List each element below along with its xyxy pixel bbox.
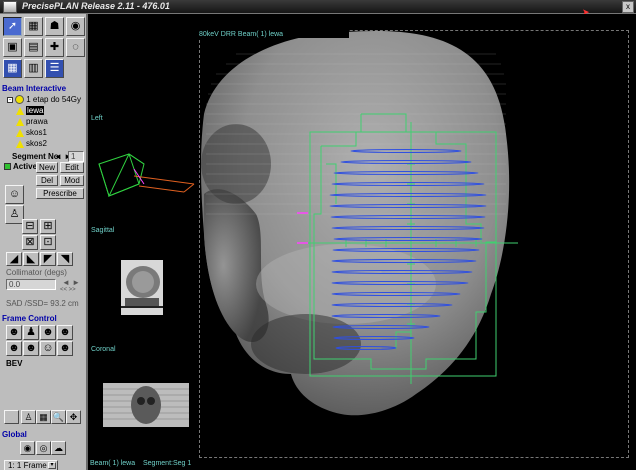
app-menu-icon[interactable] <box>3 1 17 13</box>
global-disc-icon[interactable]: ◉ <box>20 441 35 455</box>
title-bar: PrecisePLAN Release 2.11 - 476.01 x <box>0 0 636 14</box>
coronal-view-label: Coronal <box>91 346 116 353</box>
tree-beam-skos2[interactable]: skos2 <box>16 139 47 148</box>
table-icon[interactable]: ▦ <box>3 59 22 78</box>
drr-beam-eye-view[interactable]: 80keV DRR Beam( 1) lewa Segment:Seg 1 <box>143 14 636 470</box>
beam-footer-label: Beam( 1) lewa <box>90 460 136 467</box>
frame-view-icon-2[interactable]: ♟ <box>23 325 39 340</box>
prescribe-button[interactable]: Prescribe <box>36 188 84 199</box>
list-icon[interactable]: ☰ <box>45 59 64 78</box>
jaw-icon-2[interactable]: ⊡ <box>40 235 56 250</box>
frame-control-header: Frame Control <box>2 314 86 324</box>
person-tool-icon[interactable]: ♙ <box>21 410 36 424</box>
active-indicator[interactable] <box>4 163 11 170</box>
beam-icon <box>16 117 24 126</box>
sagittal-thumbnail[interactable] <box>121 260 163 315</box>
frame-view-icon-6[interactable]: ☻ <box>23 341 39 356</box>
printer-icon[interactable]: ▥ <box>24 59 43 78</box>
patient-icon[interactable]: ☗ <box>45 17 64 36</box>
drr-label: 80keV DRR Beam( 1) lewa <box>199 31 284 38</box>
wedge-icon-3[interactable]: ◤ <box>40 252 56 266</box>
frame-view-icon-1[interactable]: ☻ <box>6 325 22 340</box>
window-title: PrecisePLAN Release 2.11 - 476.01 <box>22 1 170 11</box>
zoom-icon[interactable]: 🔍 <box>51 410 66 424</box>
beam-icon <box>16 139 24 148</box>
frame-view-icon-7[interactable]: ☺ <box>40 341 56 356</box>
beam-interactive-header: Beam Interactive <box>2 84 86 94</box>
tree-beam-prawa[interactable]: prawa <box>16 117 48 126</box>
grid-view-icon[interactable]: ▣ <box>3 38 22 57</box>
active-label: Active <box>13 162 38 171</box>
jaw-icon-1[interactable]: ⊠ <box>22 235 38 250</box>
thumbnail-views: Left Sagittal Coronal Beam( 1) lewa <box>89 14 196 470</box>
beam-setup-icon[interactable]: ✚ <box>45 38 64 57</box>
dose-icon[interactable]: ▦ <box>24 17 43 36</box>
collimator-icon-1[interactable]: ⊟ <box>22 219 38 234</box>
collimator-label: Collimator (degs) <box>6 268 67 277</box>
phase-icon <box>15 95 25 105</box>
wedge-icon-2[interactable]: ◣ <box>23 252 39 266</box>
new-button[interactable]: New <box>36 162 58 173</box>
frame-view-icon-5[interactable]: ☻ <box>6 341 22 356</box>
segment-footer-label: Segment:Seg 1 <box>143 460 192 467</box>
collimator-arrows[interactable]: ◄ ► <box>62 278 80 287</box>
sagittal-view-label: Sagittal <box>91 227 115 234</box>
pan-icon[interactable]: ✥ <box>66 410 81 424</box>
close-button[interactable]: x <box>622 1 634 13</box>
edit-button[interactable]: Edit <box>60 162 84 173</box>
coronal-thumbnail[interactable] <box>103 383 189 427</box>
tree-beam-skos1[interactable]: skos1 <box>16 128 47 137</box>
global-eye-icon[interactable]: ◎ <box>36 441 51 455</box>
del-button[interactable]: Del <box>36 175 58 186</box>
frame-view-icon-8[interactable]: ☻ <box>57 341 73 356</box>
sad-ssd-readout: SAD /SSD= 93.2 cm <box>6 299 79 308</box>
wedge-icon-1[interactable]: ◢ <box>6 252 22 266</box>
global-header: Global <box>2 430 86 440</box>
contour-icon[interactable]: ◌ <box>66 38 85 57</box>
mod-button[interactable]: Mod <box>60 175 84 186</box>
tree-root[interactable]: - 1 etap do 54Gy <box>7 95 81 105</box>
global-brain-icon[interactable]: ☁ <box>51 441 66 455</box>
collimator-icon-2[interactable]: ⊞ <box>40 219 56 234</box>
grid-tool-icon[interactable]: ▦ <box>36 410 51 424</box>
eye-icon[interactable]: ◉ <box>66 17 85 36</box>
bev-label: BEV <box>6 359 23 368</box>
select-arrow-icon[interactable]: ➚ <box>3 17 22 36</box>
collimator-field[interactable]: 0.0 <box>6 279 56 290</box>
chevron-down-icon[interactable]: ▾ <box>48 462 56 469</box>
frame-blank-button[interactable] <box>4 410 19 424</box>
frame-view-icon-3[interactable]: ☻ <box>40 325 56 340</box>
beam-person-icon[interactable]: ☺ <box>5 185 24 204</box>
beam-icon <box>16 106 24 115</box>
beam-icon <box>16 128 24 137</box>
drr-image[interactable] <box>196 14 636 470</box>
frame-view-icon-4[interactable]: ☻ <box>57 325 73 340</box>
tree-beam-lewa[interactable]: lewa <box>16 106 45 115</box>
beam-geometry-3d[interactable] <box>89 134 196 214</box>
collimator-fine-arrows[interactable]: << >> <box>60 287 76 293</box>
layers-icon[interactable]: ▤ <box>24 38 43 57</box>
collapse-toggle-icon[interactable]: - <box>7 96 13 103</box>
segment-number-field[interactable]: 1 <box>68 151 84 162</box>
left-view-label: Left <box>91 115 103 122</box>
wedge-icon-4[interactable]: ◥ <box>57 252 73 266</box>
control-panel: ➚ ▦ ☗ ◉ ▣ ▤ ✚ ◌ ▦ ▥ ☰ Beam Interactive -… <box>0 14 88 470</box>
